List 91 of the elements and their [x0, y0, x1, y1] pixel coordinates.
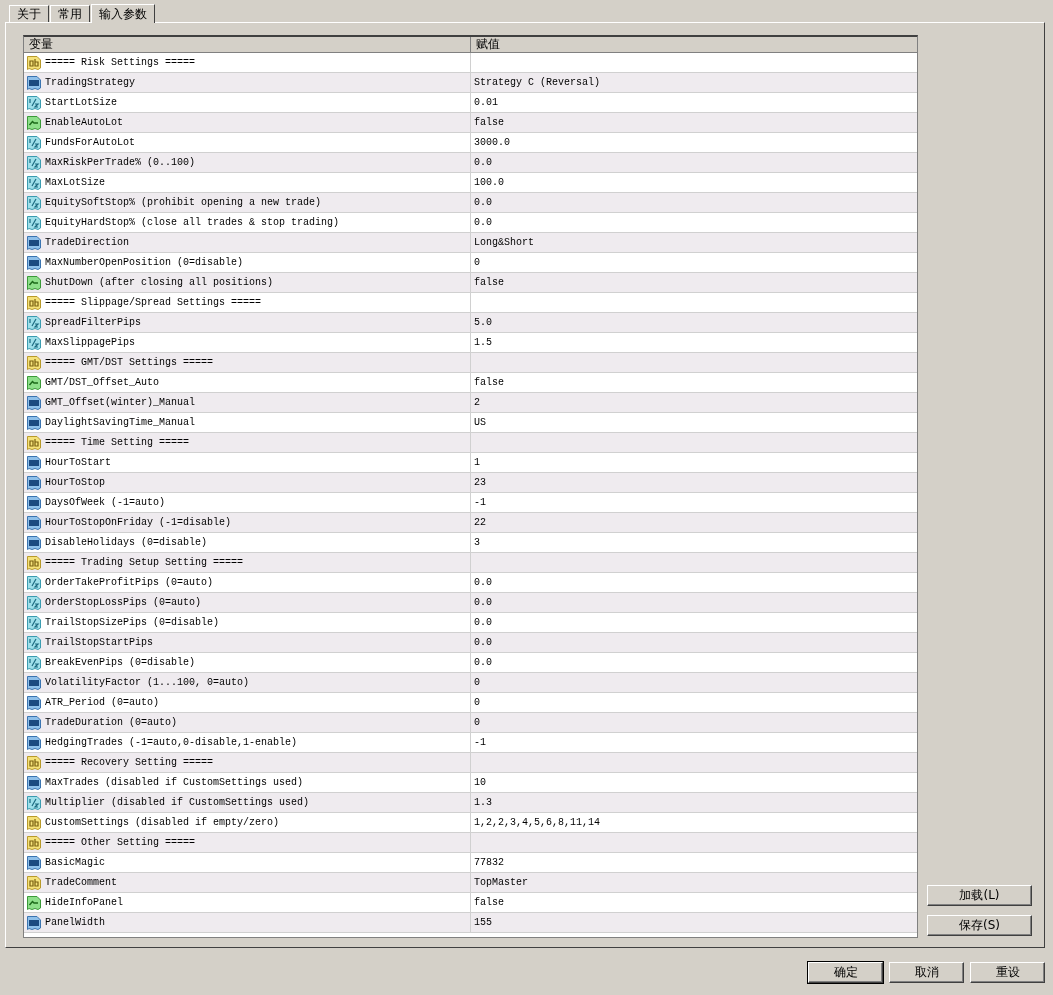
parameter-value: 2 — [473, 396, 481, 410]
parameter-value: -1 — [473, 496, 487, 510]
parameter-value: 3 — [473, 536, 481, 550]
parameter-name: GMT/DST_Offset_Auto — [45, 377, 160, 388]
parameter-name: BasicMagic — [45, 857, 105, 868]
parameter-value: 0.0 — [473, 156, 493, 170]
load-button[interactable]: 加载(L) — [927, 885, 1032, 906]
parameter-name: ===== Other Setting ===== — [45, 837, 196, 848]
parameter-value: 0.01 — [473, 96, 499, 110]
parameter-name: CustomSettings (disabled if empty/zero) — [45, 817, 280, 828]
parameter-name: EquitySoftStop% (prohibit opening a new trade) — [45, 197, 322, 208]
parameter-value: -1 — [473, 736, 487, 750]
parameter-name: ===== Trading Setup Setting ===== — [45, 557, 244, 568]
parameter-value: false — [473, 116, 505, 130]
parameter-name: MaxNumberOpenPosition (0=disable) — [45, 257, 244, 268]
parameter-value: 0 — [473, 256, 481, 270]
parameter-value: 100.0 — [473, 176, 505, 190]
parameter-name: HideInfoPanel — [45, 897, 123, 908]
parameter-value: 3000.0 — [473, 136, 511, 150]
parameter-name: DisableHolidays (0=disable) — [45, 537, 208, 548]
parameter-name: OrderTakeProfitPips (0=auto) — [45, 577, 214, 588]
parameter-value: Strategy C (Reversal) — [473, 76, 602, 90]
parameter-name: HedgingTrades (-1=auto,0-disable,1-enable) — [45, 737, 298, 748]
parameter-value: Long&Short — [473, 236, 535, 250]
parameter-value: 1 — [473, 456, 481, 470]
parameter-name: EnableAutoLot — [45, 117, 123, 128]
parameter-value: 1,2,2,3,4,5,6,8,11,14 — [473, 816, 602, 830]
parameter-value: false — [473, 896, 505, 910]
parameter-name: OrderStopLossPips (0=auto) — [45, 597, 202, 608]
parameter-name: FundsForAutoLot — [45, 137, 135, 148]
parameter-name: TradeDirection — [45, 237, 129, 248]
parameter-name: ===== Recovery Setting ===== — [45, 757, 214, 768]
parameter-name: TradeComment — [45, 877, 117, 888]
parameter-value: TopMaster — [473, 876, 529, 890]
parameter-value: 1.5 — [473, 336, 493, 350]
parameter-name: MaxRiskPerTrade% (0..100) — [45, 157, 196, 168]
parameter-value: 0.0 — [473, 656, 493, 670]
tab[interactable]: 输入参数 — [91, 4, 155, 23]
reset-button[interactable]: 重设 — [970, 962, 1045, 983]
parameter-name: TradingStrategy — [45, 77, 135, 88]
save-button[interactable]: 保存(S) — [927, 915, 1032, 936]
parameter-name: DaysOfWeek (-1=auto) — [45, 497, 166, 508]
parameter-value: 22 — [473, 516, 487, 530]
parameter-name: BreakEvenPips (0=disable) — [45, 657, 196, 668]
parameter-value: 77832 — [473, 856, 505, 870]
parameter-name: ===== Risk Settings ===== — [45, 57, 196, 68]
parameter-value: false — [473, 276, 505, 290]
parameter-value: 0.0 — [473, 636, 493, 650]
parameter-value: 23 — [473, 476, 487, 490]
parameter-name: ===== GMT/DST Settings ===== — [45, 357, 214, 368]
parameter-name: ShutDown (after closing all positions) — [45, 277, 274, 288]
tab[interactable]: 常用 — [50, 5, 90, 22]
parameter-value: 0.0 — [473, 216, 493, 230]
ok-button[interactable]: 确定 — [808, 962, 883, 983]
parameter-value: 1.3 — [473, 796, 493, 810]
parameter-name: HourToStart — [45, 457, 111, 468]
parameter-name: MaxLotSize — [45, 177, 105, 188]
parameter-name: EquityHardStop% (close all trades & stop trading) — [45, 217, 340, 228]
parameter-value: 155 — [473, 916, 493, 930]
parameter-name: ===== Time Setting ===== — [45, 437, 190, 448]
parameter-value: 0.0 — [473, 576, 493, 590]
parameter-value: 0 — [473, 676, 481, 690]
parameter-name: TrailStopStartPips — [45, 637, 154, 648]
parameter-name: HourToStopOnFriday (-1=disable) — [45, 517, 232, 528]
column-header: 变量 — [24, 37, 471, 52]
parameter-name: StartLotSize — [45, 97, 117, 108]
parameter-name: GMT_Offset(winter)_Manual — [45, 397, 196, 408]
parameter-name: Multiplier (disabled if CustomSettings used) — [45, 797, 310, 808]
parameter-value: 0 — [473, 716, 481, 730]
parameter-value: 5.0 — [473, 316, 493, 330]
parameter-name: ATR_Period (0=auto) — [45, 697, 160, 708]
parameter-value: 0.0 — [473, 596, 493, 610]
parameter-name: HourToStop — [45, 477, 105, 488]
parameter-name: SpreadFilterPips — [45, 317, 141, 328]
parameter-name: TrailStopSizePips (0=disable) — [45, 617, 220, 628]
parameter-name: TradeDuration (0=auto) — [45, 717, 178, 728]
parameter-name: ===== Slippage/Spread Settings ===== — [45, 297, 262, 308]
tab[interactable]: 关于 — [9, 5, 49, 22]
parameter-value: US — [473, 416, 487, 430]
parameter-value: 10 — [473, 776, 487, 790]
parameter-value: 0 — [473, 696, 481, 710]
cancel-button[interactable]: 取消 — [889, 962, 964, 983]
parameter-value: false — [473, 376, 505, 390]
parameter-name: MaxSlippagePips — [45, 337, 135, 348]
column-header: 赋值 — [475, 37, 501, 52]
parameter-name: VolatilityFactor (1...100, 0=auto) — [45, 677, 250, 688]
parameter-name: MaxTrades (disabled if CustomSettings used) — [45, 777, 304, 788]
parameter-value: 0.0 — [473, 196, 493, 210]
parameter-name: DaylightSavingTime_Manual — [45, 417, 196, 428]
parameter-value: 0.0 — [473, 616, 493, 630]
parameter-name: PanelWidth — [45, 917, 105, 928]
